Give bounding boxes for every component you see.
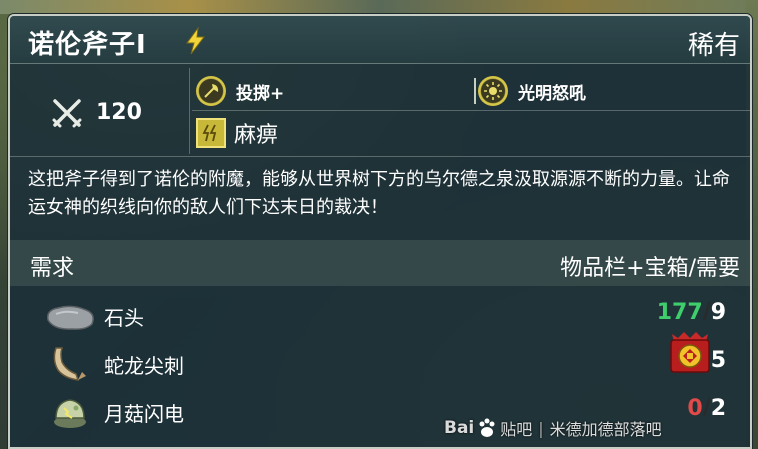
game-background-top [0,0,758,14]
material-name: 石头 [104,306,144,330]
item-rarity: 稀有 [687,31,740,61]
stats-divider [192,110,750,111]
paralysis-icon [196,118,226,148]
count-separator: / [702,300,711,325]
requirements-columns: 物品栏+宝箱/需要 [560,256,740,281]
effect-paralysis[interactable]: 麻痹 [196,116,278,150]
count-separator: / [702,396,711,421]
material-have: 177 [656,300,703,325]
stone-icon [46,305,94,330]
red-coin-icon[interactable] [668,330,712,374]
section-divider [10,156,750,157]
axe-throw-icon [196,76,226,106]
watermark-logo: Bai [444,418,475,438]
requirements-title: 需求 [30,256,75,281]
baidu-paw-icon [479,418,495,437]
item-name: 诺伦斧子I [28,30,147,60]
material-name: 月菇闪电 [104,402,184,426]
trait-divider [474,78,476,104]
requirement-row: 蛇龙尖刺 5 [10,340,750,386]
material-need: 2 [710,396,726,421]
requirement-row: 石头 177/9 [10,292,750,338]
material-need: 9 [710,300,726,325]
trait-roar[interactable]: 光明怒吼 [478,73,586,109]
damage-cell: 120 [10,68,190,154]
material-name: 蛇龙尖刺 [104,354,184,378]
material-count: 0/2 [687,396,726,421]
trait-label: 光明怒吼 [518,83,586,104]
watermark-forum: 米德加德部落吧 [549,420,662,439]
lightning-bolt-icon [186,27,206,55]
watermark-separator: | [538,418,544,438]
material-have: 0 [687,396,703,421]
item-tooltip-card: 诺伦斧子I 稀有 120 投掷+ 光明怒吼 麻痹 这把斧子得到了诺伦的附魔，能够… [8,14,752,449]
watermark-suffix: 贴吧 [500,420,533,439]
item-description: 这把斧子得到了诺伦的附魔，能够从世界树下方的乌尔德之泉汲取源源不断的力量。让命运… [28,169,730,218]
item-stats: 120 投掷+ 光明怒吼 麻痹 [10,68,750,154]
trait-label: 投掷+ [236,83,285,104]
item-header: 诺伦斧子I 稀有 [10,16,750,64]
damage-value: 120 [96,100,142,125]
requirements-header: 需求 物品栏+宝箱/需要 [10,240,750,286]
moon-mushroom-icon [54,399,86,428]
crossed-swords-icon [52,99,82,128]
effect-label: 麻痹 [234,123,279,148]
material-need: 5 [710,348,726,373]
material-count: 177/9 [657,300,726,325]
trait-throw[interactable]: 投掷+ [196,73,284,109]
baidu-tieba-watermark: Bai 贴吧 | 米德加德部落吧 [444,412,662,444]
material-count: 5 [711,348,726,373]
wyrm-spike-icon [53,347,86,381]
sun-roar-icon [478,76,508,106]
